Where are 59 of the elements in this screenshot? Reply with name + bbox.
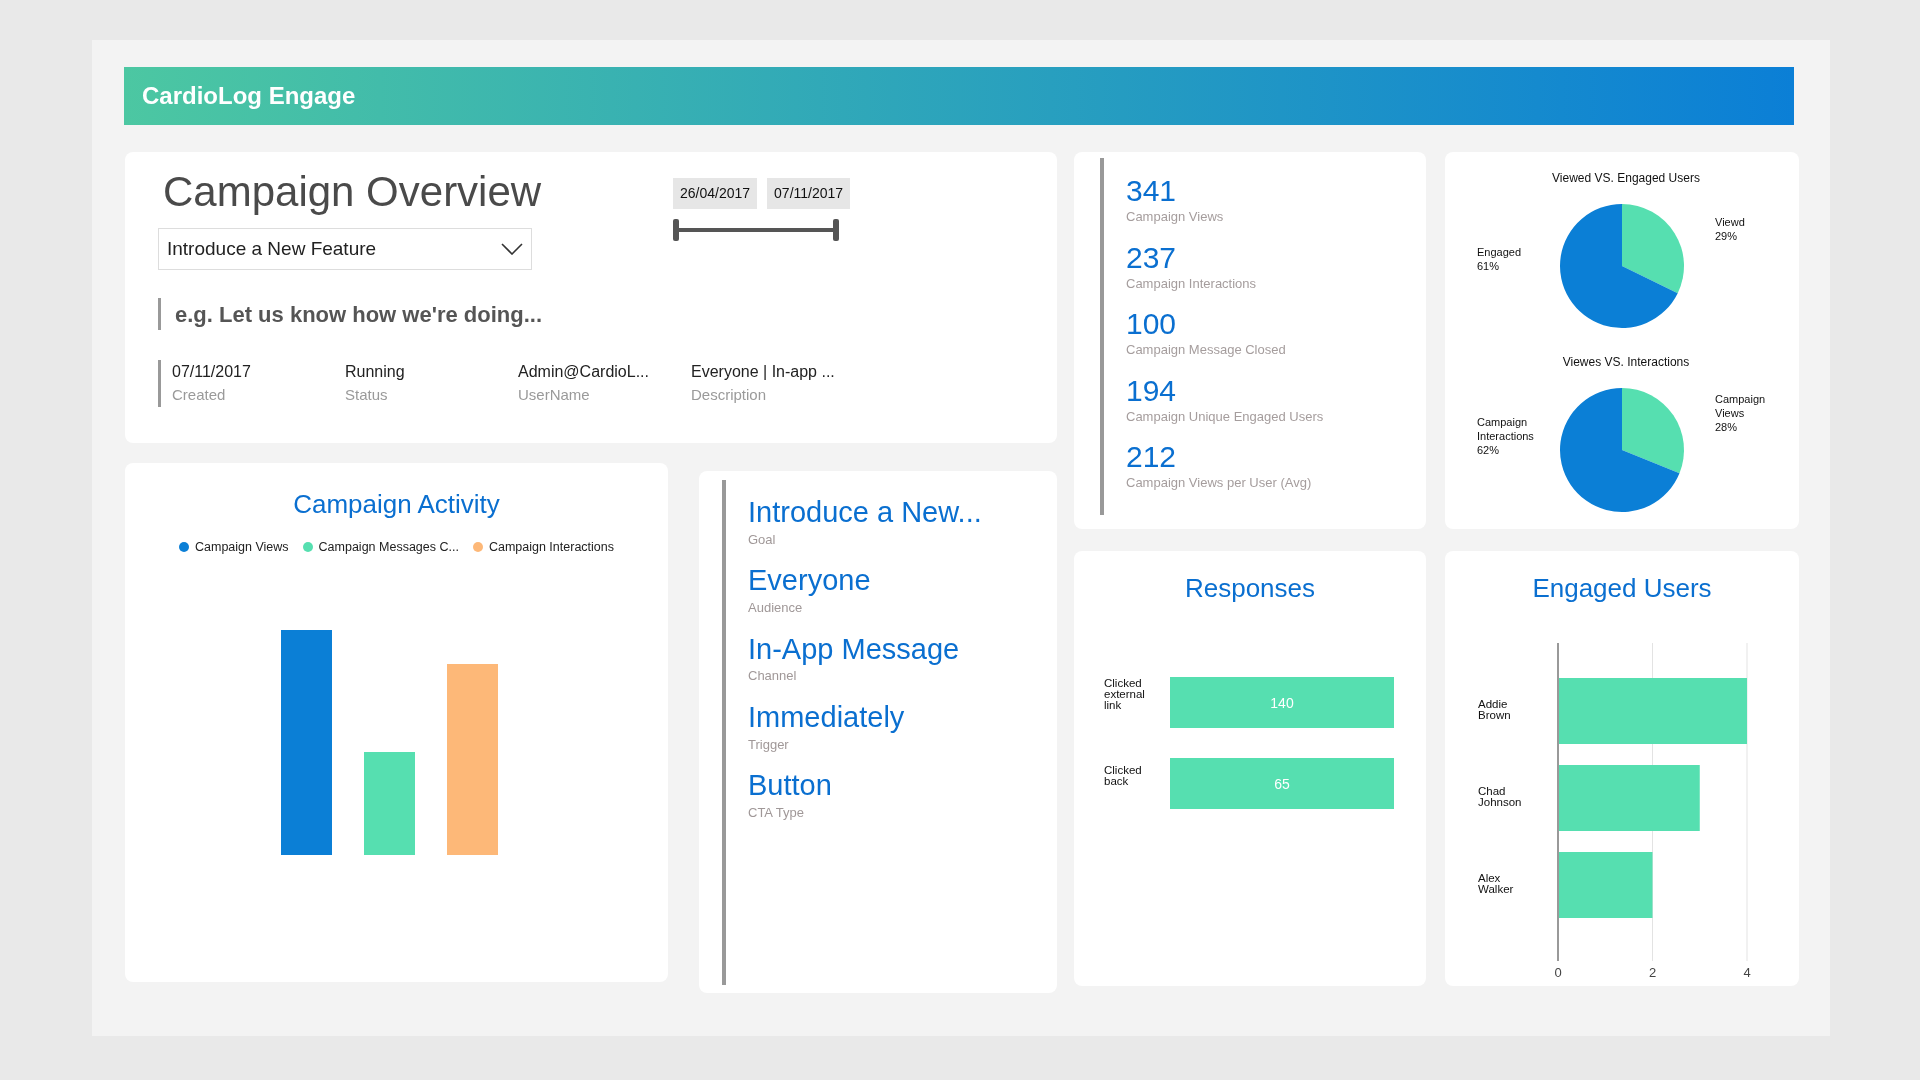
stat-value: 100 [1126,307,1178,340]
detail-value: Button [748,768,833,803]
bar-label: Addie Brown [1478,698,1511,721]
stat-value: 194 [1126,373,1178,407]
bar-value: 140 [1270,695,1294,711]
slider-handle[interactable] [833,219,839,241]
field-label: UserName [518,385,591,406]
legend-label: Campaign Messages C... [318,539,459,556]
field-value: 07/11/2017 [172,362,252,383]
campaign-overview-title: Campaign Overview [163,168,543,217]
campaign-dropdown[interactable]: Introduce a New Feature [158,228,532,271]
field-label: Created [172,385,227,406]
legend-label: Campaign Interactions [488,539,614,556]
chevron-down-icon [501,243,523,256]
axis-tick-label: 2 [1648,965,1657,980]
field-value: Everyone | In-app ... [691,362,832,383]
bar-label: Clicked back [1104,764,1142,787]
chart-title: Campaign Activity [292,488,501,521]
field-label: Status [345,385,389,406]
app-title: CardioLog Engage [142,81,356,111]
detail-value: Introduce a New... [748,495,983,530]
stat-value: 237 [1126,240,1178,274]
detail-label: CTA Type [748,804,805,822]
bar-label: Alex Walker [1478,872,1514,895]
slice-label: Viewd 29% [1715,216,1745,242]
detail-label: Audience [748,599,804,618]
axis-tick-label: 0 [1554,965,1562,980]
stat-label: Campaign Views [1126,208,1225,226]
slider-handle[interactable] [673,219,679,241]
field-value: Admin@CardioL... [518,362,650,383]
axis-tick-label: 4 [1743,965,1751,980]
slice-label: Campaign Views 28% [1715,393,1766,433]
stat-label: Campaign Interactions [1126,274,1258,293]
start-date-field[interactable]: 26/04/2017 [673,178,758,209]
stat-label: Campaign Message Closed [1126,341,1287,359]
bar-label: Clicked external link [1104,677,1145,711]
detail-value: Immediately [748,699,906,735]
legend-label: Campaign Views [195,539,289,556]
stat-label: Campaign Unique Engaged Users [1126,407,1325,426]
stat-value: 212 [1126,440,1178,473]
field-value: Running [345,362,406,383]
detail-value: Everyone [748,563,872,599]
feedback-input[interactable]: e.g. Let us know how we're doing... [158,298,778,331]
bar-value: 65 [1274,776,1290,792]
field-label: Description [691,385,768,406]
slice-label: Campaign Interactions 62% [1477,416,1534,456]
end-date-field[interactable]: 07/11/2017 [767,178,851,209]
detail-label: Trigger [748,735,790,754]
chart-title: Responses [1183,572,1317,605]
slice-label: Engaged 61% [1477,246,1522,272]
chart-title: Viewes VS. Interactions [1562,355,1690,369]
detail-label: Channel [748,667,798,686]
chart-title: Viewed VS. Engaged Users [1552,171,1700,185]
stat-label: Campaign Views per User (Avg) [1126,474,1313,492]
detail-value: In-App Message [748,631,961,667]
stat-value: 341 [1126,174,1178,207]
detail-label: Goal [748,530,777,549]
bar-label: Chad Johnson [1478,785,1522,808]
chart-title: Engaged Users [1531,572,1713,605]
